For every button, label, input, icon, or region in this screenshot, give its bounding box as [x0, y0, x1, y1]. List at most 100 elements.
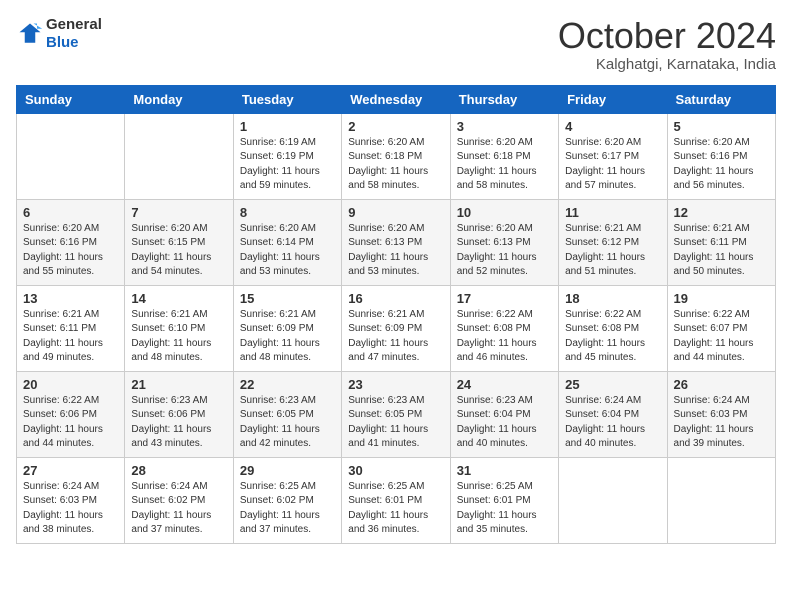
cell-info: Sunrise: 6:20 AM Sunset: 6:13 PM Dayligh…: [348, 222, 443, 280]
day-number: 30: [348, 463, 443, 478]
header-monday: Monday: [125, 85, 233, 113]
calendar-cell: 14 Sunrise: 6:21 AM Sunset: 6:10 PM Dayli…: [125, 285, 233, 371]
calendar-cell: 2 Sunrise: 6:20 AM Sunset: 6:18 PM Daylig…: [342, 113, 450, 199]
cell-info: Sunrise: 6:21 AM Sunset: 6:11 PM Dayligh…: [674, 222, 769, 280]
calendar-cell: 29 Sunrise: 6:25 AM Sunset: 6:02 PM Dayli…: [233, 457, 341, 543]
cell-info: Sunrise: 6:24 AM Sunset: 6:04 PM Dayligh…: [565, 394, 660, 452]
header-wednesday: Wednesday: [342, 85, 450, 113]
logo-blue-text: Blue: [46, 34, 102, 52]
day-number: 28: [131, 463, 226, 478]
day-number: 13: [23, 291, 118, 306]
calendar-cell: 18 Sunrise: 6:22 AM Sunset: 6:08 PM Dayli…: [559, 285, 667, 371]
cell-info: Sunrise: 6:23 AM Sunset: 6:05 PM Dayligh…: [348, 394, 443, 452]
calendar-cell: 28 Sunrise: 6:24 AM Sunset: 6:02 PM Dayli…: [125, 457, 233, 543]
day-number: 17: [457, 291, 552, 306]
calendar-cell: [667, 457, 775, 543]
header-sunday: Sunday: [17, 85, 125, 113]
calendar-header-row: SundayMondayTuesdayWednesdayThursdayFrid…: [17, 85, 776, 113]
calendar-cell: 17 Sunrise: 6:22 AM Sunset: 6:08 PM Dayli…: [450, 285, 558, 371]
calendar-cell: 19Sunrise: 6:22 AM Sunset: 6:07 PM Dayli…: [667, 285, 775, 371]
calendar-cell: 12 Sunrise: 6:21 AM Sunset: 6:11 PM Dayli…: [667, 199, 775, 285]
cell-info: Sunrise: 6:21 AM Sunset: 6:10 PM Dayligh…: [131, 308, 226, 366]
header-tuesday: Tuesday: [233, 85, 341, 113]
calendar-cell: 8 Sunrise: 6:20 AM Sunset: 6:14 PM Daylig…: [233, 199, 341, 285]
cell-info: Sunrise: 6:23 AM Sunset: 6:04 PM Dayligh…: [457, 394, 552, 452]
cell-info: Sunrise: 6:25 AM Sunset: 6:01 PM Dayligh…: [348, 480, 443, 538]
calendar-cell: [559, 457, 667, 543]
day-number: 21: [131, 377, 226, 392]
calendar-cell: 22Sunrise: 6:23 AM Sunset: 6:05 PM Dayli…: [233, 371, 341, 457]
page-header: General Blue October 2024 Kalghatgi, Kar…: [16, 16, 776, 73]
calendar-cell: 10 Sunrise: 6:20 AM Sunset: 6:13 PM Dayli…: [450, 199, 558, 285]
calendar-cell: 3Sunrise: 6:20 AM Sunset: 6:18 PM Daylig…: [450, 113, 558, 199]
month-title: October 2024: [558, 16, 776, 56]
cell-info: Sunrise: 6:24 AM Sunset: 6:02 PM Dayligh…: [131, 480, 226, 538]
cell-info: Sunrise: 6:21 AM Sunset: 6:11 PM Dayligh…: [23, 308, 118, 366]
cell-info: Sunrise: 6:20 AM Sunset: 6:17 PM Dayligh…: [565, 136, 660, 194]
calendar-cell: 7 Sunrise: 6:20 AM Sunset: 6:15 PM Daylig…: [125, 199, 233, 285]
cell-info: Sunrise: 6:19 AM Sunset: 6:19 PM Dayligh…: [240, 136, 335, 194]
calendar-week-1: 1 Sunrise: 6:19 AM Sunset: 6:19 PM Daylig…: [17, 113, 776, 199]
day-number: 14: [131, 291, 226, 306]
logo-general-text: General: [46, 16, 102, 34]
cell-info: Sunrise: 6:22 AM Sunset: 6:07 PM Dayligh…: [674, 308, 769, 366]
day-number: 9: [348, 205, 443, 220]
calendar-cell: 24 Sunrise: 6:23 AM Sunset: 6:04 PM Dayli…: [450, 371, 558, 457]
cell-info: Sunrise: 6:23 AM Sunset: 6:06 PM Dayligh…: [131, 394, 226, 452]
calendar-cell: 1 Sunrise: 6:19 AM Sunset: 6:19 PM Daylig…: [233, 113, 341, 199]
cell-info: Sunrise: 6:25 AM Sunset: 6:02 PM Dayligh…: [240, 480, 335, 538]
cell-info: Sunrise: 6:20 AM Sunset: 6:16 PM Dayligh…: [23, 222, 118, 280]
calendar-cell: 9 Sunrise: 6:20 AM Sunset: 6:13 PM Daylig…: [342, 199, 450, 285]
day-number: 16: [348, 291, 443, 306]
day-number: 24: [457, 377, 552, 392]
calendar-cell: 26Sunrise: 6:24 AM Sunset: 6:03 PM Dayli…: [667, 371, 775, 457]
calendar-cell: [125, 113, 233, 199]
day-number: 23: [348, 377, 443, 392]
day-number: 27: [23, 463, 118, 478]
cell-info: Sunrise: 6:25 AM Sunset: 6:01 PM Dayligh…: [457, 480, 552, 538]
calendar-cell: 15Sunrise: 6:21 AM Sunset: 6:09 PM Dayli…: [233, 285, 341, 371]
day-number: 10: [457, 205, 552, 220]
calendar-table: SundayMondayTuesdayWednesdayThursdayFrid…: [16, 85, 776, 544]
day-number: 15: [240, 291, 335, 306]
calendar-cell: 30 Sunrise: 6:25 AM Sunset: 6:01 PM Dayli…: [342, 457, 450, 543]
cell-info: Sunrise: 6:20 AM Sunset: 6:13 PM Dayligh…: [457, 222, 552, 280]
calendar-cell: 23 Sunrise: 6:23 AM Sunset: 6:05 PM Dayli…: [342, 371, 450, 457]
cell-info: Sunrise: 6:20 AM Sunset: 6:18 PM Dayligh…: [348, 136, 443, 194]
calendar-week-3: 13 Sunrise: 6:21 AM Sunset: 6:11 PM Dayli…: [17, 285, 776, 371]
day-number: 1: [240, 119, 335, 134]
location-subtitle: Kalghatgi, Karnataka, India: [558, 56, 776, 73]
logo-icon: [16, 20, 44, 48]
day-number: 18: [565, 291, 660, 306]
header-saturday: Saturday: [667, 85, 775, 113]
cell-info: Sunrise: 6:21 AM Sunset: 6:12 PM Dayligh…: [565, 222, 660, 280]
cell-info: Sunrise: 6:24 AM Sunset: 6:03 PM Dayligh…: [674, 394, 769, 452]
day-number: 3: [457, 119, 552, 134]
cell-info: Sunrise: 6:24 AM Sunset: 6:03 PM Dayligh…: [23, 480, 118, 538]
day-number: 7: [131, 205, 226, 220]
title-block: October 2024 Kalghatgi, Karnataka, India: [558, 16, 776, 73]
day-number: 11: [565, 205, 660, 220]
cell-info: Sunrise: 6:20 AM Sunset: 6:14 PM Dayligh…: [240, 222, 335, 280]
calendar-week-2: 6 Sunrise: 6:20 AM Sunset: 6:16 PM Daylig…: [17, 199, 776, 285]
calendar-cell: 11 Sunrise: 6:21 AM Sunset: 6:12 PM Dayli…: [559, 199, 667, 285]
day-number: 25: [565, 377, 660, 392]
day-number: 8: [240, 205, 335, 220]
calendar-cell: 20Sunrise: 6:22 AM Sunset: 6:06 PM Dayli…: [17, 371, 125, 457]
day-number: 29: [240, 463, 335, 478]
day-number: 5: [674, 119, 769, 134]
day-number: 6: [23, 205, 118, 220]
calendar-cell: 6 Sunrise: 6:20 AM Sunset: 6:16 PM Daylig…: [17, 199, 125, 285]
calendar-cell: 5Sunrise: 6:20 AM Sunset: 6:16 PM Daylig…: [667, 113, 775, 199]
day-number: 20: [23, 377, 118, 392]
day-number: 31: [457, 463, 552, 478]
day-number: 22: [240, 377, 335, 392]
header-friday: Friday: [559, 85, 667, 113]
day-number: 2: [348, 119, 443, 134]
cell-info: Sunrise: 6:22 AM Sunset: 6:08 PM Dayligh…: [565, 308, 660, 366]
calendar-week-4: 20Sunrise: 6:22 AM Sunset: 6:06 PM Dayli…: [17, 371, 776, 457]
cell-info: Sunrise: 6:22 AM Sunset: 6:08 PM Dayligh…: [457, 308, 552, 366]
cell-info: Sunrise: 6:20 AM Sunset: 6:15 PM Dayligh…: [131, 222, 226, 280]
logo: General Blue: [16, 16, 102, 52]
day-number: 12: [674, 205, 769, 220]
